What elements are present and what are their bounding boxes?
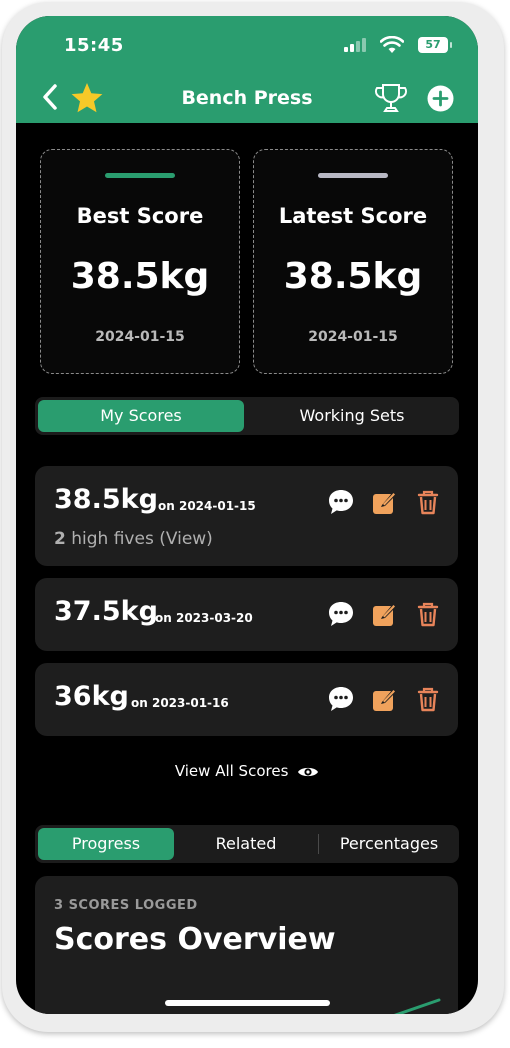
status-icons: 57 <box>338 36 452 54</box>
latest-score-label: Latest Score <box>278 204 428 228</box>
score-entry[interactable]: 38.5kg on 2024-01-15 2 high fives (View) <box>35 466 458 566</box>
scores-logged-count: 3 SCORES LOGGED <box>54 898 198 913</box>
tab-divider <box>318 834 319 854</box>
edit-icon[interactable] <box>371 600 399 628</box>
best-score-card: Best Score 38.5kg 2024-01-15 <box>40 149 240 374</box>
best-score-label: Best Score <box>76 204 204 228</box>
wifi-icon <box>380 36 404 53</box>
trophy-icon[interactable] <box>374 82 408 114</box>
high-fives-count: 2 <box>54 529 66 549</box>
entry-date: on 2023-01-16 <box>131 696 229 710</box>
header-bar: 15:45 57 Bench Press <box>16 16 478 123</box>
best-score-accent <box>105 173 175 178</box>
home-indicator <box>165 1000 330 1006</box>
entry-value: 37.5kg <box>54 596 158 627</box>
latest-score-card: Latest Score 38.5kg 2024-01-15 <box>253 149 453 374</box>
comment-icon[interactable] <box>327 685 355 713</box>
best-score-value: 38.5kg <box>70 256 210 297</box>
scores-overview-card: 3 SCORES LOGGED Scores Overview <box>35 876 458 1014</box>
comment-icon[interactable] <box>327 600 355 628</box>
entry-date: on 2024-01-15 <box>158 499 256 513</box>
trash-icon[interactable] <box>414 488 442 516</box>
high-fives-text: high fives (View) <box>71 529 213 549</box>
tab-working-sets[interactable]: Working Sets <box>248 400 456 432</box>
view-all-scores-link[interactable]: View All Scores <box>16 762 478 780</box>
eye-icon <box>298 767 319 776</box>
edit-icon[interactable] <box>371 488 399 516</box>
plus-circle-icon[interactable] <box>427 85 454 112</box>
scores-overview-heading: Scores Overview <box>54 922 336 957</box>
page-title: Bench Press <box>181 87 313 109</box>
trash-icon[interactable] <box>414 600 442 628</box>
best-score-date: 2024-01-15 <box>95 329 185 345</box>
score-tabs: My Scores Working Sets <box>35 397 459 435</box>
high-fives-link[interactable]: 2 high fives (View) <box>54 529 213 549</box>
app-screen: 15:45 57 Bench Press Best Score 38.5kg 2… <box>16 16 478 1014</box>
battery-icon: 57 <box>418 37 452 53</box>
tab-related[interactable]: Related <box>178 828 314 860</box>
latest-score-value: 38.5kg <box>283 256 423 297</box>
score-entry[interactable]: 37.5kg on 2023-03-20 <box>35 578 458 651</box>
view-all-label: View All Scores <box>174 762 289 780</box>
tab-percentages[interactable]: Percentages <box>321 828 457 860</box>
latest-score-date: 2024-01-15 <box>308 329 398 345</box>
edit-icon[interactable] <box>371 685 399 713</box>
trash-icon[interactable] <box>414 685 442 713</box>
latest-score-accent <box>318 173 388 178</box>
comment-icon[interactable] <box>327 488 355 516</box>
chart-tabs: Progress Related Percentages <box>35 825 459 863</box>
tab-progress[interactable]: Progress <box>38 828 174 860</box>
entry-value: 38.5kg <box>54 484 158 515</box>
entry-date: on 2023-03-20 <box>155 611 253 625</box>
status-time: 15:45 <box>64 35 124 56</box>
score-entry[interactable]: 36kg on 2023-01-16 <box>35 663 458 736</box>
tab-my-scores[interactable]: My Scores <box>38 400 244 432</box>
entry-value: 36kg <box>54 681 129 712</box>
signal-icon <box>344 38 370 52</box>
